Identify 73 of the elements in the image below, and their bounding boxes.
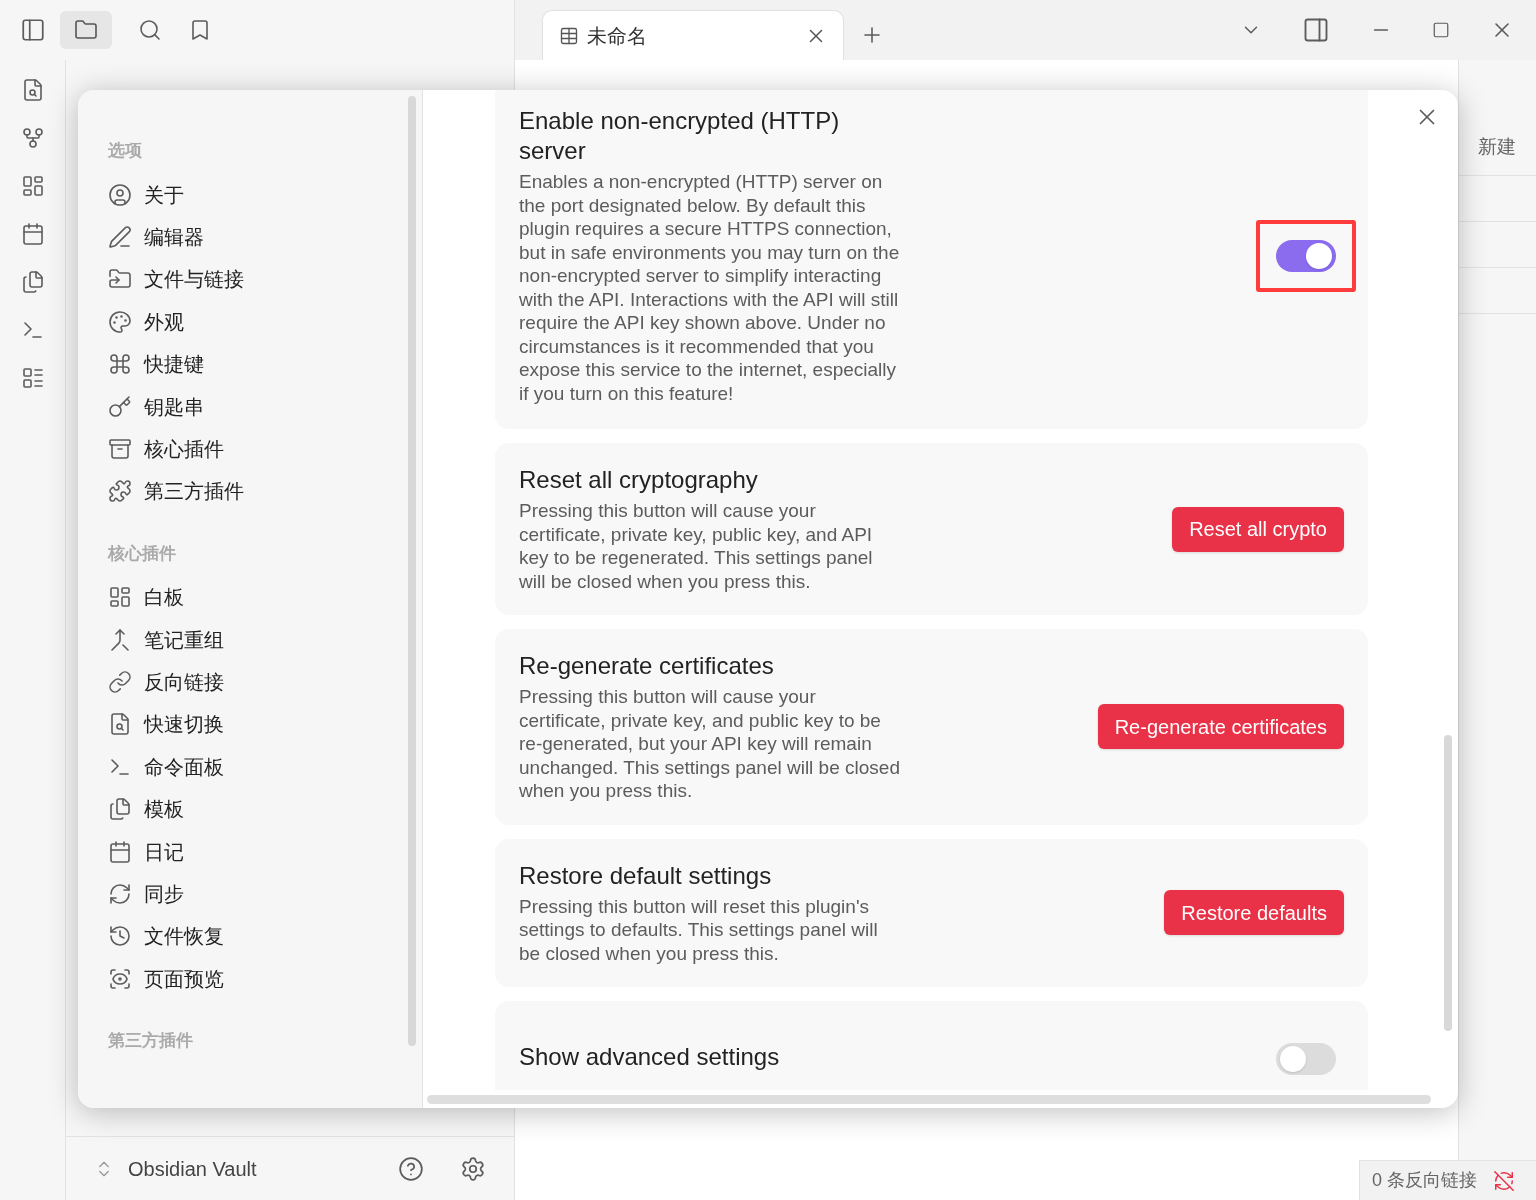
grid-icon <box>108 585 132 610</box>
toggle-switch[interactable] <box>1276 1043 1336 1075</box>
nav-item[interactable]: 编辑器 <box>108 215 422 259</box>
nav-item[interactable]: 模板 <box>108 788 422 831</box>
settings-icon[interactable] <box>460 1155 486 1182</box>
help-icon[interactable] <box>398 1155 424 1182</box>
user-circle-icon <box>108 182 132 207</box>
right-sidebar-icon[interactable] <box>1302 16 1330 44</box>
setting-description: Enables a non-encrypted (HTTP) server on the port designated below. By default this plugin requires a secure HTTPS connection, but in safe environments you may turn on the non-encrypted server to simplify interacting with the API. Interactions with the API will still require the API key shown above. Under no circumstances is it recommended that you expose this service to the internet, especially if you turn on this feature! <box>519 170 901 405</box>
palette-icon <box>108 309 132 334</box>
section-heading: 核心插件 <box>108 542 177 565</box>
nav-item[interactable]: 外观 <box>108 300 422 344</box>
danger-button[interactable]: Restore defaults <box>1164 890 1344 936</box>
puzzle-icon <box>108 479 132 504</box>
files-icon <box>108 797 132 822</box>
nav-item[interactable]: 命令面板 <box>108 745 422 789</box>
files-icon[interactable] <box>20 270 45 294</box>
nav-item[interactable]: 页面预览 <box>108 957 422 1001</box>
toggle-switch[interactable] <box>1276 239 1336 272</box>
setting-title: Reset all cryptography <box>519 465 759 495</box>
danger-button[interactable]: Reset all crypto <box>1172 506 1344 552</box>
setting-description: Pressing this button will reset this plugin's settings to defaults. This settings panel will be closed when you press this. <box>519 894 879 965</box>
history-icon <box>108 924 132 949</box>
list-icon[interactable] <box>20 366 45 390</box>
calendar-icon[interactable] <box>20 222 45 246</box>
vault-name[interactable]: Obsidian Vault <box>128 1153 384 1184</box>
files-tab[interactable] <box>60 11 112 49</box>
scrollbar[interactable] <box>408 96 416 1046</box>
link-icon <box>108 670 132 695</box>
sidebar-toggle-icon[interactable] <box>20 17 46 43</box>
merge-arrow-icon <box>108 627 132 652</box>
setting-title: Re-generate certificates <box>519 651 775 681</box>
nav-item[interactable]: 文件恢复 <box>108 915 422 958</box>
calendar-icon <box>108 839 132 864</box>
nav-item[interactable]: 核心插件 <box>108 427 422 471</box>
nav-item[interactable]: 白板 <box>108 576 422 619</box>
danger-button[interactable]: Re-generate certificates <box>1097 704 1344 750</box>
table-icon <box>559 25 579 46</box>
nav-item[interactable]: 第三方插件 <box>108 470 422 513</box>
nav-item[interactable]: 快捷键 <box>108 343 422 386</box>
nav-item[interactable]: 反向链接 <box>108 660 422 704</box>
scrollbar[interactable] <box>427 1095 1431 1104</box>
pen-icon <box>108 225 132 250</box>
nav-item[interactable]: 关于 <box>108 173 422 216</box>
setting-title: Show advanced settings <box>519 1042 781 1072</box>
nav-item[interactable]: 笔记重组 <box>108 618 422 661</box>
nav-item[interactable]: 文件与链接 <box>108 258 422 301</box>
graph-icon[interactable] <box>20 126 45 150</box>
scrollbar[interactable] <box>1444 735 1452 1031</box>
setting-description: Pressing this button will cause your certificate, private key, and public key to be re-generated, but your API key will remain unchanged. This settings panel will be closed when you press this. <box>519 685 901 803</box>
file-search-icon <box>108 712 132 737</box>
section-heading: 第三方插件 <box>108 1030 194 1053</box>
nav-item[interactable]: 同步 <box>108 872 422 916</box>
grid-icon[interactable] <box>20 174 45 198</box>
scan-eye-icon <box>108 966 132 991</box>
folder-icon <box>74 18 98 42</box>
nav-item[interactable]: 快速切换 <box>108 703 422 746</box>
new-button[interactable]: 新建 <box>1478 133 1516 162</box>
section-heading: 选项 <box>108 140 143 162</box>
nav-item[interactable]: 日记 <box>108 830 422 873</box>
setting-description: Pressing this button will cause your certificate, private key, public key, and API key to be regenerated. This settings panel will be closed when you press this. <box>519 499 874 593</box>
key-icon <box>108 394 132 419</box>
backlinks-count[interactable]: 0 条反向链接 <box>1372 1167 1477 1194</box>
document-tab[interactable]: 未命名 <box>542 10 844 60</box>
command-key-icon <box>108 352 132 377</box>
setting-title: Restore default settings <box>519 860 773 891</box>
sync-off-icon[interactable] <box>1493 1169 1515 1192</box>
box-icon <box>108 437 132 462</box>
search-icon[interactable] <box>138 18 162 42</box>
setting-title: Enable non-encrypted (HTTP) server <box>519 106 841 166</box>
sync-icon <box>108 882 132 907</box>
nav-item[interactable]: 钥匙串 <box>108 385 422 428</box>
maximize-icon[interactable] <box>1432 21 1450 39</box>
